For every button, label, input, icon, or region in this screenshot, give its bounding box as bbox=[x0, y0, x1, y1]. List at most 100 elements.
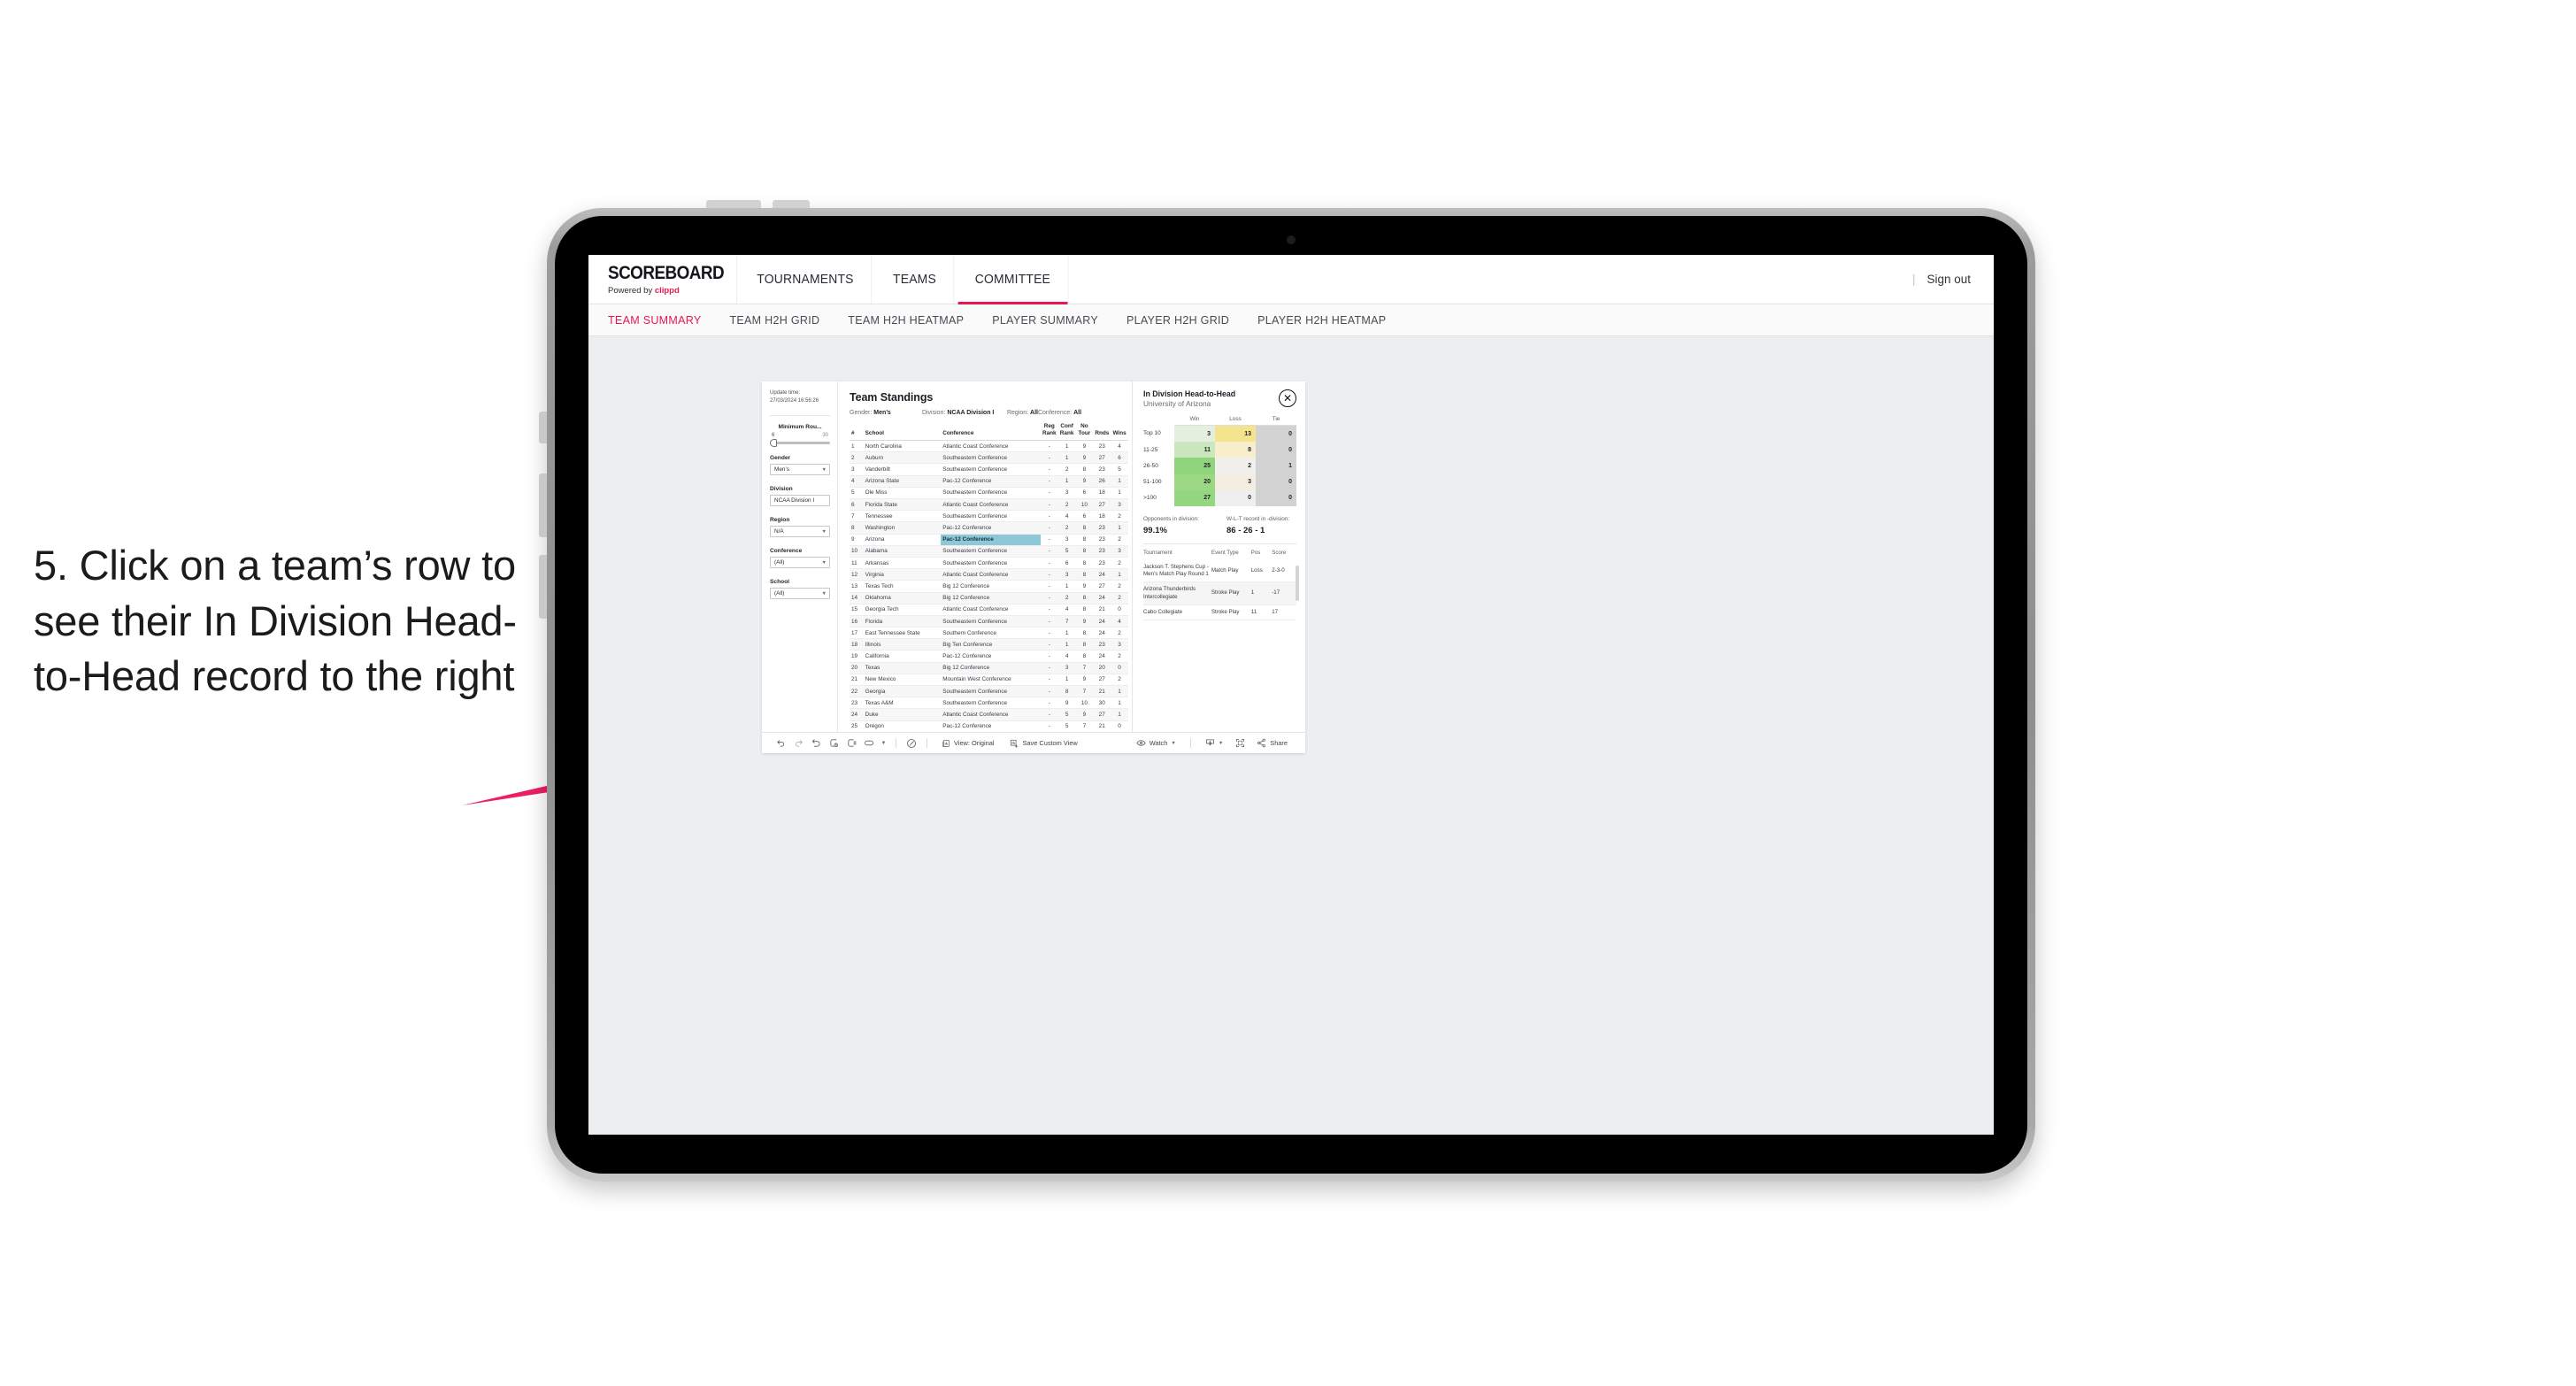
conference-select[interactable]: (All) ▼ bbox=[770, 557, 830, 568]
table-row[interactable]: 4 Arizona State Pac-12 Conference -1 9 26 1 bbox=[850, 475, 1128, 488]
table-row[interactable]: 21 New Mexico Mountain West Conference -1 9 2… bbox=[850, 674, 1128, 687]
table-row[interactable]: 19 California Pac-12 Conference -4 8 24 2 bbox=[850, 650, 1128, 663]
minimum-rounds-slider[interactable] bbox=[770, 439, 830, 447]
table-row[interactable]: 8 Washington Pac-12 Conference -2 8 23 1 bbox=[850, 521, 1128, 535]
heatmap-cell-loss[interactable]: 13 bbox=[1215, 425, 1256, 443]
pause-icon[interactable] bbox=[842, 738, 860, 748]
table-row[interactable]: 13 Texas Tech Big 12 Conference -1 9 27 2 bbox=[850, 580, 1128, 593]
table-row[interactable]: 6 Florida State Atlantic Coast Conference -… bbox=[850, 498, 1128, 512]
table-row[interactable]: 12 Virginia Atlantic Coast Conference -3 8 24… bbox=[850, 568, 1128, 581]
heatmap-row: 51-100 20 3 0 bbox=[1143, 474, 1296, 490]
table-row[interactable]: 25 Oregon Pac-12 Conference -5 7 21 0 bbox=[850, 720, 1128, 732]
close-icon[interactable]: ✕ bbox=[1279, 389, 1296, 407]
heatmap-cell-loss[interactable]: 0 bbox=[1215, 489, 1256, 506]
watch-button[interactable]: Watch ▼ bbox=[1128, 738, 1184, 748]
device-top-button-2 bbox=[773, 200, 810, 208]
col-reg-rank[interactable]: Reg Rank bbox=[1040, 423, 1058, 442]
signout-link[interactable]: Sign out bbox=[1926, 273, 1971, 286]
filter-division: Division NCAA Division I bbox=[770, 486, 830, 506]
col-school[interactable]: School bbox=[863, 423, 942, 442]
col-conference[interactable]: Conference bbox=[941, 423, 1041, 442]
table-row[interactable]: 7 Tennessee Southeastern Conference -4 6 18 2 bbox=[850, 510, 1128, 523]
redo-icon[interactable] bbox=[789, 738, 807, 748]
heatmap-cell-loss[interactable]: 3 bbox=[1215, 474, 1256, 490]
nav-item-teams[interactable]: TEAMS bbox=[876, 255, 955, 304]
cell-no-tour: 8 bbox=[1075, 521, 1094, 535]
download-button[interactable]: ▼ bbox=[1197, 738, 1231, 748]
table-row[interactable]: 2 Auburn Southeastern Conference -1 9 27 6 bbox=[850, 451, 1128, 465]
heatmap-cell-win[interactable]: 11 bbox=[1174, 442, 1215, 458]
tab-team-summary[interactable]: TEAM SUMMARY bbox=[608, 314, 701, 327]
heatmap-cell-win[interactable]: 25 bbox=[1174, 458, 1215, 474]
table-row[interactable]: 18 Illinois Big Ten Conference -1 8 23 3 bbox=[850, 638, 1128, 651]
toolbar-divider-3 bbox=[1189, 738, 1191, 748]
heatmap-cell-tie[interactable]: 0 bbox=[1256, 442, 1296, 458]
col-no-tour[interactable]: No Tour bbox=[1075, 423, 1094, 442]
heatmap-cell-tie[interactable]: 1 bbox=[1256, 458, 1296, 474]
heatmap-cell-win[interactable]: 3 bbox=[1174, 425, 1215, 443]
table-row[interactable]: 10 Alabama Southeastern Conference -5 8 23 3 bbox=[850, 545, 1128, 558]
heatmap-cell-tie[interactable]: 0 bbox=[1256, 425, 1296, 443]
table-row[interactable]: 14 Oklahoma Big 12 Conference -2 8 24 2 bbox=[850, 592, 1128, 604]
chevron-down-icon[interactable]: ▼ bbox=[878, 741, 889, 746]
highlight-icon[interactable] bbox=[860, 738, 878, 748]
undo-icon[interactable] bbox=[772, 738, 789, 748]
slider-handle[interactable] bbox=[770, 439, 777, 447]
table-row[interactable]: 24 Duke Atlantic Coast Conference -5 9 27 1 bbox=[850, 708, 1128, 721]
save-custom-view-button[interactable]: Save Custom View bbox=[1002, 739, 1085, 748]
heatmap-cell-loss[interactable]: 8 bbox=[1215, 442, 1256, 458]
table-row[interactable]: 17 East Tennessee State Southern Conferenc… bbox=[850, 627, 1128, 640]
event-row[interactable]: Arizona Thunderbirds Intercollegiate Stro… bbox=[1143, 581, 1296, 605]
heatmap-row: 26-50 25 2 1 bbox=[1143, 458, 1296, 474]
refresh-icon[interactable] bbox=[825, 738, 842, 748]
pace-icon[interactable] bbox=[903, 738, 920, 749]
table-row[interactable]: 20 Texas Big 12 Conference -3 7 20 0 bbox=[850, 662, 1128, 674]
minimum-rounds-label: Minimum Rou... bbox=[778, 424, 822, 430]
event-row[interactable]: Jackson T. Stephens Cup - Men’s Match Pl… bbox=[1143, 559, 1296, 583]
nav-item-tournaments[interactable]: TOURNAMENTS bbox=[740, 255, 872, 304]
region-select[interactable]: N/A ▼ bbox=[770, 526, 830, 537]
table-row[interactable]: 3 Vanderbilt Southeastern Conference -2 8 23 5 bbox=[850, 463, 1128, 476]
cell-rnds: 18 bbox=[1093, 510, 1111, 523]
table-row[interactable]: 1 North Carolina Atlantic Coast Conference… bbox=[850, 440, 1128, 453]
cell-rnds: 24 bbox=[1093, 615, 1111, 628]
heatmap-cell-loss[interactable]: 2 bbox=[1215, 458, 1256, 474]
table-row[interactable]: 11 Arkansas Southeastern Conference -6 8 23 2 bbox=[850, 557, 1128, 570]
col-rnds[interactable]: Rnds bbox=[1093, 423, 1111, 442]
brand-logo[interactable]: SCOREBOARD Powered by clippd bbox=[588, 255, 737, 304]
cell-rank: 21 bbox=[850, 674, 864, 687]
table-row[interactable]: 23 Texas A&M Southeastern Conference -9 10 30… bbox=[850, 697, 1128, 710]
tab-team-h2h-grid[interactable]: TEAM H2H GRID bbox=[729, 314, 819, 327]
col-conf-rank[interactable]: Conf Rank bbox=[1057, 423, 1076, 442]
heatmap-row: >100 27 0 0 bbox=[1143, 489, 1296, 506]
school-select[interactable]: (All) ▼ bbox=[770, 588, 830, 599]
heatmap-cell-tie[interactable]: 0 bbox=[1256, 474, 1296, 490]
events-scrollbar[interactable] bbox=[1296, 565, 1299, 601]
tab-team-h2h-heatmap[interactable]: TEAM H2H HEATMAP bbox=[848, 314, 964, 327]
cell-reg-rank: - bbox=[1040, 580, 1058, 593]
minimum-rounds-max: 30 bbox=[822, 433, 828, 438]
breadcrumb: Gender: Men’s Division: NCAA Division I … bbox=[850, 410, 1132, 416]
share-button[interactable]: Share bbox=[1249, 738, 1296, 748]
view-original-button[interactable]: View: Original bbox=[934, 739, 1002, 748]
table-row[interactable]: 22 Georgia Southeastern Conference -8 7 21 1 bbox=[850, 685, 1128, 698]
heatmap-cell-tie[interactable]: 0 bbox=[1256, 489, 1296, 506]
fullscreen-icon[interactable] bbox=[1231, 738, 1249, 748]
gender-select[interactable]: Men’s ▼ bbox=[770, 464, 830, 475]
table-row[interactable]: 16 Florida Southeastern Conference -7 9 24 4 bbox=[850, 615, 1128, 628]
tab-player-h2h-heatmap[interactable]: PLAYER H2H HEATMAP bbox=[1257, 314, 1386, 327]
event-row[interactable]: Cabo Collegiate Stroke Play 11 17 bbox=[1143, 604, 1296, 620]
division-select[interactable]: NCAA Division I bbox=[770, 495, 830, 506]
cell-no-tour: 8 bbox=[1075, 557, 1094, 570]
col-wins[interactable]: Wins bbox=[1111, 423, 1128, 442]
revert-icon[interactable] bbox=[807, 738, 825, 748]
table-row[interactable]: 9 Arizona Pac-12 Conference -3 8 23 2 bbox=[850, 534, 1128, 546]
nav-item-committee[interactable]: COMMITTEE bbox=[957, 255, 1069, 304]
tab-player-h2h-grid[interactable]: PLAYER H2H GRID bbox=[1127, 314, 1229, 327]
tab-player-summary[interactable]: PLAYER SUMMARY bbox=[992, 314, 1098, 327]
table-row[interactable]: 5 Ole Miss Southeastern Conference -3 6 18 1 bbox=[850, 487, 1128, 500]
col-rank[interactable]: # bbox=[850, 423, 864, 442]
heatmap-cell-win[interactable]: 27 bbox=[1174, 489, 1215, 506]
heatmap-cell-win[interactable]: 20 bbox=[1174, 474, 1215, 490]
table-row[interactable]: 15 Georgia Tech Atlantic Coast Conference -… bbox=[850, 604, 1128, 616]
